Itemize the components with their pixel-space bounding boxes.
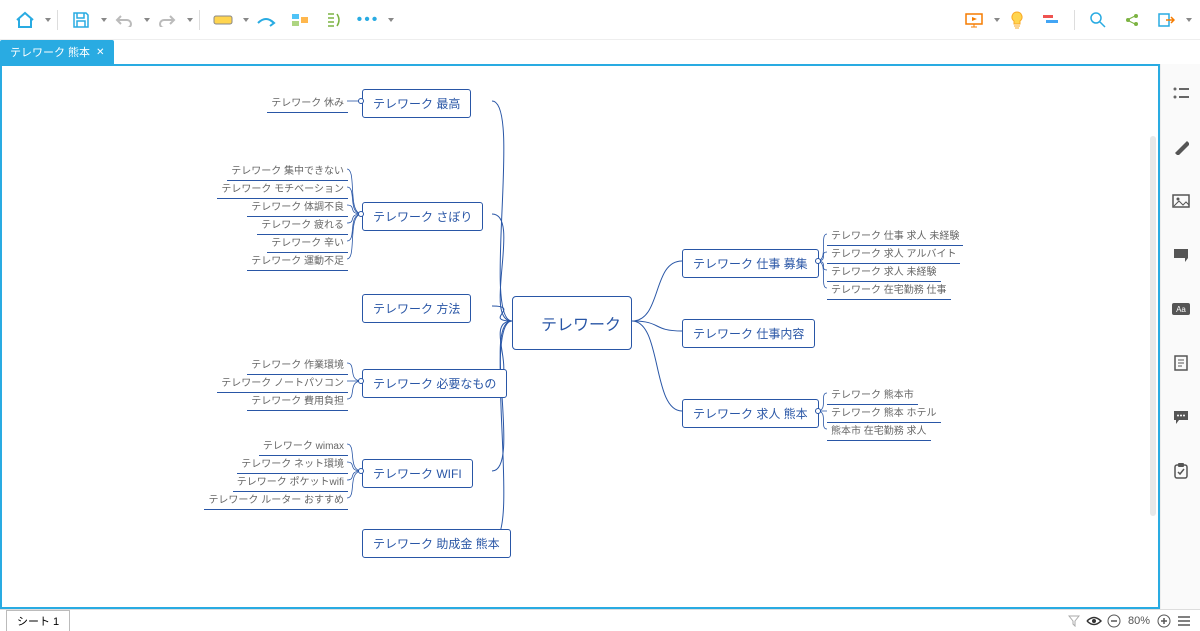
share-button[interactable] bbox=[1118, 6, 1146, 34]
text-panel-button[interactable]: Aa bbox=[1170, 298, 1192, 320]
format-panel-button[interactable] bbox=[1170, 136, 1192, 158]
tab-title: テレワーク 熊本 bbox=[10, 44, 90, 60]
gantt-button[interactable] bbox=[1037, 6, 1065, 34]
zoom-out-button[interactable] bbox=[1104, 611, 1124, 631]
export-button[interactable] bbox=[1152, 6, 1180, 34]
relationship-button[interactable] bbox=[252, 6, 280, 34]
mindmap-branch-node[interactable]: テレワーク 最高 bbox=[362, 89, 471, 118]
statusbar: シート 1 80% bbox=[0, 609, 1200, 631]
canvas[interactable]: テレワーク テレワーク 最高テレワーク 休みテレワーク さぼり テレワーク 集中でき… bbox=[0, 64, 1160, 609]
home-caret[interactable] bbox=[45, 18, 51, 22]
mindmap-leaf[interactable]: テレワーク 求人 アルバイト bbox=[827, 244, 960, 264]
mindmap-leaf[interactable]: テレワーク 仕事 求人 未経験 bbox=[827, 226, 963, 246]
home-button[interactable] bbox=[11, 6, 39, 34]
undo-button[interactable] bbox=[110, 6, 138, 34]
mindmap-leaf[interactable]: テレワーク 集中できない bbox=[227, 161, 348, 181]
mindmap-leaf[interactable]: テレワーク ノートパソコン bbox=[217, 373, 348, 393]
svg-text:Aa: Aa bbox=[1176, 305, 1186, 314]
mindmap-leaf[interactable]: テレワーク 運動不足 bbox=[247, 251, 348, 271]
mindmap-leaf[interactable]: テレワーク 熊本 ホテル bbox=[827, 403, 941, 423]
comments-panel-button[interactable] bbox=[1170, 406, 1192, 428]
mindmap-leaf[interactable]: テレワーク 作業環境 bbox=[247, 355, 348, 375]
mindmap-leaf[interactable]: テレワーク 求人 未経験 bbox=[827, 262, 941, 282]
topic-button[interactable] bbox=[209, 6, 237, 34]
mindmap-branch-node[interactable]: テレワーク 助成金 熊本 bbox=[362, 529, 511, 558]
main-toolbar: ••• bbox=[0, 0, 1200, 40]
document-tab[interactable]: テレワーク 熊本 ✕ bbox=[0, 40, 114, 64]
mindmap-leaf[interactable]: テレワーク 熊本市 bbox=[827, 385, 918, 405]
idea-button[interactable] bbox=[1003, 6, 1031, 34]
mindmap-branch-node[interactable]: テレワーク 方法 bbox=[362, 294, 471, 323]
search-button[interactable] bbox=[1084, 6, 1112, 34]
mindmap-branch-node[interactable]: テレワーク 仕事内容 bbox=[682, 319, 815, 348]
visibility-button[interactable] bbox=[1084, 611, 1104, 631]
mindmap-leaf[interactable]: 熊本市 在宅勤務 求人 bbox=[827, 421, 931, 441]
mindmap-branch-node[interactable]: テレワーク さぼり bbox=[362, 202, 483, 231]
menu-button[interactable] bbox=[1174, 611, 1194, 631]
mindmap-leaf[interactable]: テレワーク ネット環境 bbox=[237, 454, 348, 474]
mindmap-leaf[interactable]: テレワーク 疲れる bbox=[257, 215, 348, 235]
mindmap-branch-node[interactable]: テレワーク 求人 熊本 bbox=[682, 399, 819, 428]
mindmap-leaf[interactable]: テレワーク 体調不良 bbox=[247, 197, 348, 217]
zoom-level: 80% bbox=[1128, 615, 1150, 627]
boundary-button[interactable] bbox=[286, 6, 314, 34]
more-button[interactable]: ••• bbox=[354, 6, 382, 34]
outline-panel-button[interactable] bbox=[1170, 82, 1192, 104]
document-tabbar: テレワーク 熊本 ✕ bbox=[0, 40, 1200, 64]
save-caret[interactable] bbox=[101, 18, 107, 22]
zoom-in-button[interactable] bbox=[1154, 611, 1174, 631]
mindmap-branch-node[interactable]: テレワーク 仕事 募集 bbox=[682, 249, 819, 278]
present-button[interactable] bbox=[960, 6, 988, 34]
task-panel-button[interactable] bbox=[1170, 460, 1192, 482]
mindmap-leaf[interactable]: テレワーク ポケットwifi bbox=[233, 472, 348, 492]
right-panel-dock: Aa bbox=[1160, 64, 1200, 609]
workspace: テレワーク テレワーク 最高テレワーク 休みテレワーク さぼり テレワーク 集中でき… bbox=[0, 64, 1200, 609]
mindmap-leaf[interactable]: テレワーク 在宅勤務 仕事 bbox=[827, 280, 951, 300]
mindmap-branch-node[interactable]: テレワーク WIFI bbox=[362, 459, 473, 488]
filter-button[interactable] bbox=[1064, 611, 1084, 631]
mindmap-leaf[interactable]: テレワーク ルーター おすすめ bbox=[204, 490, 348, 510]
mindmap-branch-node[interactable]: テレワーク 必要なもの bbox=[362, 369, 507, 398]
image-panel-button[interactable] bbox=[1170, 190, 1192, 212]
mindmap-center-node[interactable]: テレワーク bbox=[512, 296, 632, 350]
mindmap-leaf[interactable]: テレワーク 辛い bbox=[267, 233, 348, 253]
mindmap-leaf[interactable]: テレワーク wimax bbox=[259, 436, 348, 456]
sheet-tab[interactable]: シート 1 bbox=[6, 610, 70, 631]
notes-panel-button[interactable] bbox=[1170, 352, 1192, 374]
mindmap-leaf[interactable]: テレワーク 休み bbox=[267, 93, 348, 113]
save-button[interactable] bbox=[67, 6, 95, 34]
mindmap-leaf[interactable]: テレワーク モチベーション bbox=[217, 179, 348, 199]
mindmap-leaf[interactable]: テレワーク 費用負担 bbox=[247, 391, 348, 411]
marker-panel-button[interactable] bbox=[1170, 244, 1192, 266]
redo-button[interactable] bbox=[153, 6, 181, 34]
summary-button[interactable] bbox=[320, 6, 348, 34]
tab-close-button[interactable]: ✕ bbox=[96, 47, 104, 58]
